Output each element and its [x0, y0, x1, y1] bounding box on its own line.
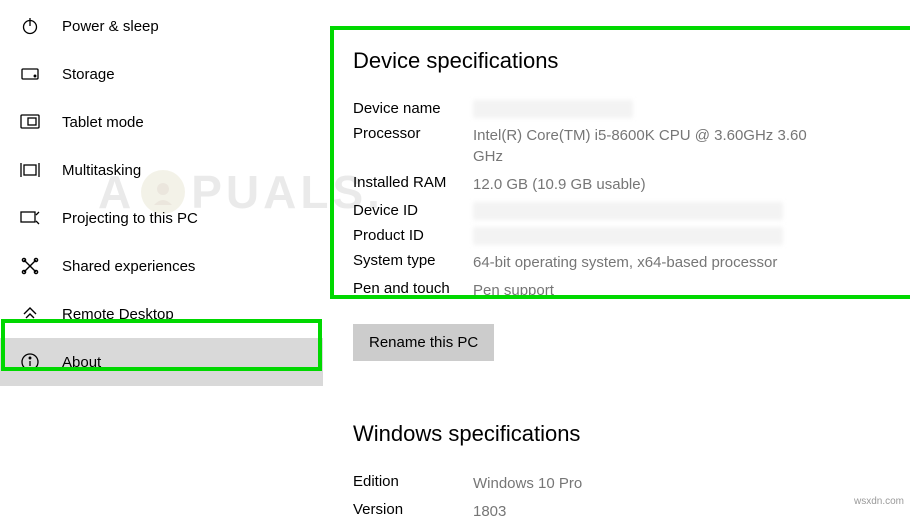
- sidebar-item-label: Multitasking: [62, 162, 141, 179]
- storage-icon: [20, 64, 40, 84]
- shared-icon: [20, 256, 40, 276]
- device-specs-table: Device name Processor Intel(R) Core(TM) …: [353, 100, 870, 301]
- sidebar-item-remote-desktop[interactable]: Remote Desktop: [0, 290, 323, 338]
- spec-label: System type: [353, 252, 473, 269]
- settings-sidebar: Power & sleep Storage Tablet mode Multit…: [0, 0, 323, 511]
- sidebar-item-tablet-mode[interactable]: Tablet mode: [0, 98, 323, 146]
- spec-row-pen-touch: Pen and touch Pen support: [353, 280, 870, 301]
- spec-label: Edition: [353, 473, 473, 490]
- spec-label: Device ID: [353, 202, 473, 219]
- spec-label: Processor: [353, 125, 473, 142]
- sidebar-item-shared-experiences[interactable]: Shared experiences: [0, 242, 323, 290]
- rename-pc-button[interactable]: Rename this PC: [353, 324, 494, 361]
- spec-row-product-id: Product ID: [353, 227, 870, 245]
- spec-value: 1803: [473, 501, 506, 522]
- spec-label: Installed RAM: [353, 174, 473, 191]
- spec-row-device-name: Device name: [353, 100, 870, 118]
- sidebar-item-power-sleep[interactable]: Power & sleep: [0, 2, 323, 50]
- about-icon: [20, 352, 40, 372]
- sidebar-item-label: Storage: [62, 66, 115, 83]
- spec-value: 64-bit operating system, x64-based proce…: [473, 252, 777, 273]
- spec-row-version: Version 1803: [353, 501, 870, 522]
- spec-label: Device name: [353, 100, 473, 117]
- sidebar-item-label: Remote Desktop: [62, 306, 174, 323]
- main-content: Device specifications Device name Proces…: [323, 0, 910, 511]
- spec-value: Pen support: [473, 280, 554, 301]
- power-icon: [20, 16, 40, 36]
- device-specs-title: Device specifications: [353, 48, 870, 74]
- spec-row-system-type: System type 64-bit operating system, x64…: [353, 252, 870, 273]
- spec-row-edition: Edition Windows 10 Pro: [353, 473, 870, 494]
- spec-value: Intel(R) Core(TM) i5-8600K CPU @ 3.60GHz…: [473, 125, 833, 167]
- multitasking-icon: [20, 160, 40, 180]
- windows-specs-table: Edition Windows 10 Pro Version 1803: [353, 473, 870, 522]
- spec-label: Version: [353, 501, 473, 518]
- sidebar-item-storage[interactable]: Storage: [0, 50, 323, 98]
- sidebar-item-label: Power & sleep: [62, 18, 159, 35]
- sidebar-item-label: Projecting to this PC: [62, 210, 198, 227]
- sidebar-item-about[interactable]: About: [0, 338, 323, 386]
- spec-row-processor: Processor Intel(R) Core(TM) i5-8600K CPU…: [353, 125, 870, 167]
- spec-value: Windows 10 Pro: [473, 473, 582, 494]
- sidebar-item-label: About: [62, 354, 101, 371]
- sidebar-item-label: Tablet mode: [62, 114, 144, 131]
- spec-label: Pen and touch: [353, 280, 473, 297]
- spec-row-device-id: Device ID: [353, 202, 870, 220]
- spec-value-redacted: [473, 202, 783, 220]
- remote-icon: [20, 304, 40, 324]
- tablet-icon: [20, 112, 40, 132]
- sidebar-item-projecting[interactable]: Projecting to this PC: [0, 194, 323, 242]
- spec-row-ram: Installed RAM 12.0 GB (10.9 GB usable): [353, 174, 870, 195]
- sidebar-item-multitasking[interactable]: Multitasking: [0, 146, 323, 194]
- spec-value-redacted: [473, 100, 633, 118]
- spec-value: 12.0 GB (10.9 GB usable): [473, 174, 646, 195]
- spec-value-redacted: [473, 227, 783, 245]
- windows-specs-title: Windows specifications: [353, 421, 870, 447]
- spec-label: Product ID: [353, 227, 473, 244]
- sidebar-item-label: Shared experiences: [62, 258, 195, 275]
- attribution-text: wsxdn.com: [854, 496, 904, 507]
- projecting-icon: [20, 208, 40, 228]
